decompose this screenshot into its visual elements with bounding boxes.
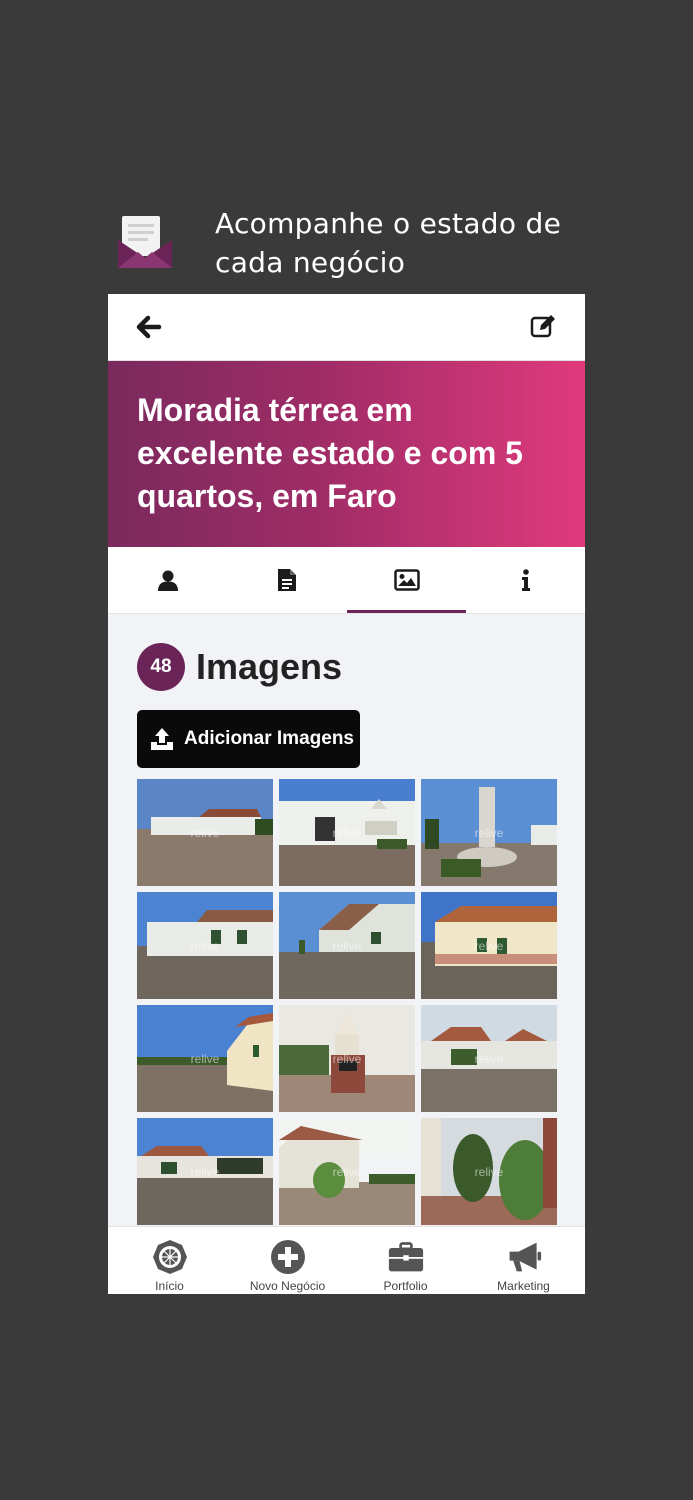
gallery-image[interactable]: relive (421, 892, 557, 999)
image-grid: relive relive relive relive relive reliv… (137, 779, 557, 1225)
tab-info[interactable] (466, 547, 585, 613)
phone-screen: Moradia térrea em excelente estado e com… (108, 294, 585, 1294)
watermark-label: relive (332, 938, 362, 953)
add-images-button[interactable]: Adicionar Imagens (137, 710, 360, 768)
image-icon (393, 569, 420, 591)
gallery-image[interactable]: relive (279, 1118, 415, 1225)
gallery-image[interactable]: relive (137, 779, 273, 886)
promo-title-line-2: cada negócio (215, 246, 406, 279)
nav-label: Início (155, 1279, 184, 1293)
tab-owner[interactable] (108, 547, 227, 613)
briefcase-icon (388, 1242, 423, 1272)
info-icon (521, 569, 530, 591)
nav-novo-negocio[interactable]: Novo Negócio (228, 1227, 347, 1294)
gallery-image[interactable]: relive (421, 779, 557, 886)
watermark-label: relive (474, 1051, 504, 1066)
gallery-image[interactable]: relive (279, 779, 415, 886)
envelope-letter-icon (116, 212, 174, 272)
image-count-badge: 48 (137, 643, 185, 691)
gallery-image[interactable]: relive (279, 892, 415, 999)
watermark-label: relive (474, 1164, 504, 1179)
plus-circle-icon (270, 1240, 305, 1274)
nav-label: Marketing (497, 1279, 550, 1293)
nav-label: Portfolio (383, 1279, 428, 1293)
watermark-label: relive (474, 938, 504, 953)
nav-label: Novo Negócio (249, 1279, 326, 1293)
add-images-label: Adicionar Imagens (184, 728, 354, 749)
top-bar (108, 294, 585, 361)
bottom-navigation: Início Novo Negócio Portfolio Marketing (108, 1226, 585, 1294)
watermark-label: relive (332, 1164, 362, 1179)
tab-bar (108, 547, 585, 614)
gallery-image[interactable]: relive (137, 1118, 273, 1225)
arrow-left-icon (136, 315, 162, 339)
section-title: Imagens (196, 646, 343, 687)
property-title: Moradia térrea em excelente estado e com… (137, 392, 523, 514)
user-icon (157, 570, 178, 591)
megaphone-icon (509, 1242, 541, 1272)
promo-title: Acompanhe o estado de cada negócio (215, 204, 665, 282)
watermark-label: relive (332, 825, 362, 840)
watermark-label: relive (190, 938, 220, 953)
edit-icon (530, 315, 555, 338)
tab-images[interactable] (347, 547, 466, 613)
watermark-label: relive (190, 1164, 220, 1179)
nav-portfolio[interactable]: Portfolio (346, 1227, 465, 1294)
gallery-image[interactable]: relive (279, 1005, 415, 1112)
watermark-label: relive (332, 1051, 362, 1066)
watermark-label: relive (474, 825, 504, 840)
tab-documents[interactable] (227, 547, 346, 613)
home-star-icon (152, 1240, 187, 1274)
gallery-image[interactable]: relive (421, 1005, 557, 1112)
gallery-image[interactable]: relive (421, 1118, 557, 1225)
promo-title-line-1: Acompanhe o estado de (215, 207, 562, 240)
document-icon (277, 569, 296, 591)
nav-inicio[interactable]: Início (110, 1227, 229, 1294)
back-button[interactable] (134, 312, 164, 342)
gallery-image[interactable]: relive (137, 892, 273, 999)
upload-icon (151, 728, 173, 750)
nav-marketing[interactable]: Marketing (464, 1227, 583, 1294)
watermark-label: relive (190, 1051, 220, 1066)
edit-button[interactable] (528, 311, 558, 341)
watermark-label: relive (190, 825, 220, 840)
property-header: Moradia térrea em excelente estado e com… (108, 361, 585, 547)
gallery-image[interactable]: relive (137, 1005, 273, 1112)
